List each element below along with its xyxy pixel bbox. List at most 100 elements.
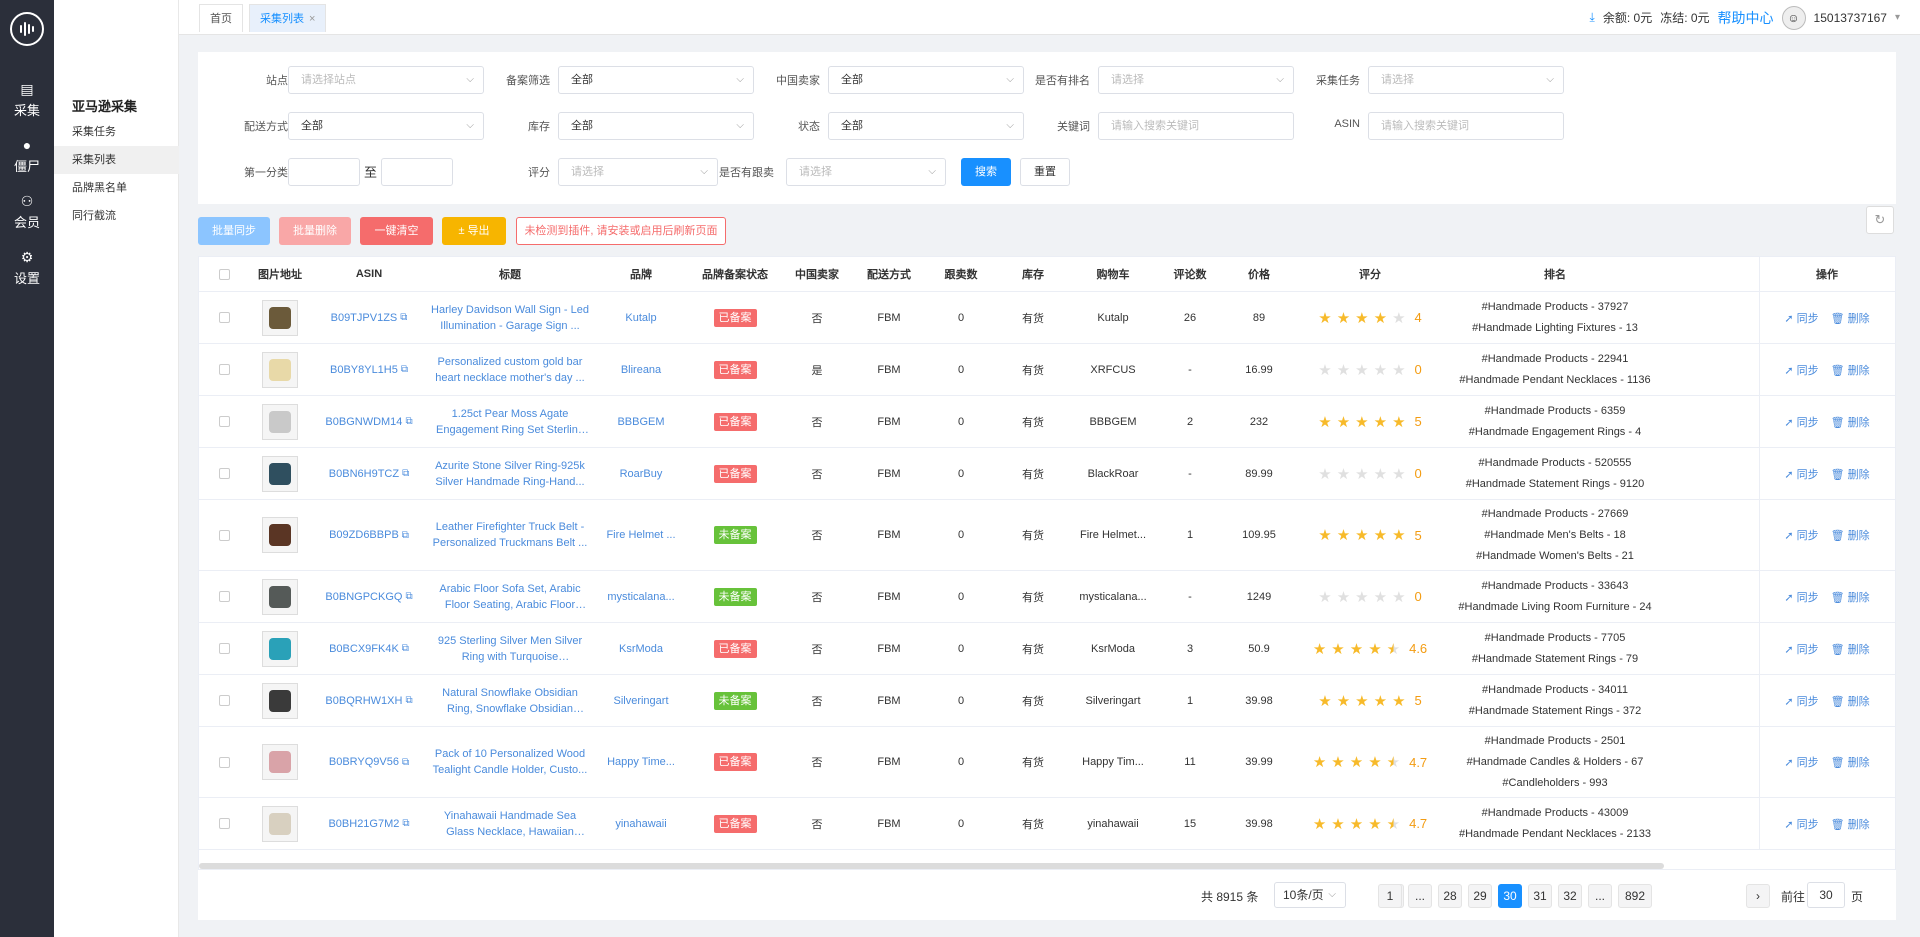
product-image[interactable] (262, 455, 298, 492)
keyword-input[interactable]: 请输入搜索关键词 (1098, 112, 1294, 140)
delete-action[interactable]: 🗑 删除 (1831, 589, 1870, 605)
page-ellipsis[interactable]: ... (1408, 884, 1432, 908)
page-button[interactable]: 28 (1438, 884, 1462, 908)
next-page-button[interactable]: › (1746, 884, 1770, 908)
category-from-input[interactable] (288, 158, 360, 186)
product-image[interactable] (262, 744, 298, 780)
brand-link[interactable]: yinahawaii (615, 818, 666, 830)
row-checkbox[interactable] (218, 529, 230, 541)
row-checkbox[interactable] (218, 468, 230, 479)
user-phone[interactable]: 15013737167 (1814, 11, 1887, 25)
title-link[interactable]: Arabic Floor Sofa Set, Arabic Floor Seat… (427, 581, 593, 613)
product-image[interactable] (262, 517, 298, 553)
brand-link[interactable]: Blireana (621, 364, 661, 376)
asin-link[interactable]: B0BY8YL1H5 (330, 364, 398, 376)
product-image[interactable] (262, 299, 298, 336)
title-link[interactable]: Leather Firefighter Truck Belt - Persona… (427, 519, 593, 551)
brand-link[interactable]: BBBGEM (617, 416, 664, 428)
sidebar-item-blacklist[interactable]: 品牌黑名单 (54, 174, 179, 202)
copy-icon[interactable]: ⧉ (405, 591, 412, 602)
copy-icon[interactable]: ⧉ (401, 364, 408, 375)
refresh-icon[interactable]: ↻ (1866, 206, 1894, 234)
sync-action[interactable]: ➚ 同步 (1784, 466, 1818, 482)
asin-link[interactable]: B09ZD6BBPB (329, 529, 399, 541)
page-ellipsis[interactable]: ... (1588, 884, 1612, 908)
copy-icon[interactable]: ⧉ (405, 416, 412, 427)
brand-link[interactable]: Kutalp (625, 312, 656, 324)
brand-link[interactable]: Silveringart (613, 695, 668, 707)
copy-icon[interactable]: ⧉ (402, 468, 409, 479)
asin-link[interactable]: B0BNGPCKGQ (325, 591, 402, 603)
sync-action[interactable]: ➚ 同步 (1784, 816, 1818, 832)
sync-action[interactable]: ➚ 同步 (1784, 693, 1818, 709)
rail-item-settings[interactable]: ⚙ 设置 (0, 240, 54, 296)
reset-button[interactable]: 重置 (1020, 158, 1070, 186)
product-image[interactable] (262, 403, 298, 440)
sync-action[interactable]: ➚ 同步 (1784, 310, 1818, 326)
brand-link[interactable]: Fire Helmet ... (606, 529, 675, 541)
record-select[interactable]: 全部 ⌵ (558, 66, 754, 94)
copy-icon[interactable]: ⧉ (402, 643, 409, 654)
copy-icon[interactable]: ⧉ (402, 757, 409, 768)
product-image[interactable] (262, 805, 298, 842)
asin-link[interactable]: B0BN6H9TCZ (329, 468, 399, 480)
delete-action[interactable]: 🗑 删除 (1831, 527, 1870, 543)
title-link[interactable]: 925 Sterling Silver Men Silver Ring with… (427, 633, 593, 665)
delete-action[interactable]: 🗑 删除 (1831, 754, 1870, 770)
delete-action[interactable]: 🗑 删除 (1831, 310, 1870, 326)
copy-icon[interactable]: ⧉ (402, 530, 409, 541)
asin-link[interactable]: B09TJPV1ZS (331, 312, 398, 324)
asin-link[interactable]: B0BCX9FK4K (329, 643, 399, 655)
product-image[interactable] (262, 682, 298, 719)
row-checkbox[interactable] (218, 695, 230, 706)
delete-action[interactable]: 🗑 删除 (1831, 641, 1870, 657)
goto-page-input[interactable]: 30 (1807, 882, 1845, 908)
app-logo[interactable] (10, 12, 44, 46)
tab-home[interactable]: 首页 (199, 4, 243, 32)
copy-icon[interactable]: ⧉ (405, 695, 412, 706)
horizontal-scrollbar[interactable] (199, 863, 1664, 869)
product-image[interactable] (262, 351, 298, 388)
brand-link[interactable]: KsrModa (619, 643, 663, 655)
page-button[interactable]: 30 (1498, 884, 1522, 908)
asin-link[interactable]: B0BRYQ9V56 (329, 756, 399, 768)
sync-action[interactable]: ➚ 同步 (1784, 527, 1818, 543)
sync-action[interactable]: ➚ 同步 (1784, 414, 1818, 430)
page-size-select[interactable]: 10条/页 ⌵ (1274, 882, 1346, 908)
follow-select[interactable]: 请选择 ⌵ (786, 158, 946, 186)
delete-action[interactable]: 🗑 删除 (1831, 816, 1870, 832)
asin-link[interactable]: B0BQRHW1XH (325, 695, 402, 707)
page-button[interactable]: 29 (1468, 884, 1492, 908)
rail-item-collect[interactable]: ▤ 采集 (0, 72, 54, 128)
asin-input[interactable]: 请输入搜索关键词 (1368, 112, 1564, 140)
title-link[interactable]: 1.25ct Pear Moss Agate Engagement Ring S… (427, 406, 593, 438)
help-center-link[interactable]: 帮助中心 (1718, 8, 1774, 28)
row-checkbox[interactable] (218, 643, 230, 654)
sync-action[interactable]: ➚ 同步 (1784, 641, 1818, 657)
tab-collect-list[interactable]: 采集列表 × (249, 4, 327, 32)
sync-action[interactable]: ➚ 同步 (1784, 754, 1818, 770)
page-button[interactable]: 892 (1618, 884, 1652, 908)
title-link[interactable]: Azurite Stone Silver Ring-925k Silver Ha… (427, 458, 593, 490)
brand-link[interactable]: RoarBuy (620, 468, 663, 480)
chevron-down-icon[interactable]: ▾ (1895, 12, 1900, 23)
rail-item-member[interactable]: ⚇ 会员 (0, 184, 54, 240)
brand-link[interactable]: mysticalana... (607, 591, 674, 603)
sync-action[interactable]: ➚ 同步 (1784, 362, 1818, 378)
delete-action[interactable]: 🗑 删除 (1831, 414, 1870, 430)
sync-action[interactable]: ➚ 同步 (1784, 589, 1818, 605)
select-all-checkbox[interactable] (218, 268, 230, 280)
delete-action[interactable]: 🗑 删除 (1831, 466, 1870, 482)
asin-link[interactable]: B0BH21G7M2 (328, 818, 399, 830)
ship-select[interactable]: 全部 ⌵ (288, 112, 484, 140)
clear-all-button[interactable]: 一键清空 (360, 217, 433, 245)
row-checkbox[interactable] (218, 364, 230, 375)
title-link[interactable]: Natural Snowflake Obsidian Ring, Snowfla… (427, 685, 593, 717)
title-link[interactable]: Personalized custom gold bar heart neckl… (427, 354, 593, 386)
delete-action[interactable]: 🗑 删除 (1831, 693, 1870, 709)
close-icon[interactable]: × (309, 13, 315, 25)
category-to-input[interactable] (381, 158, 453, 186)
row-checkbox[interactable] (218, 818, 230, 829)
rail-item-zombie[interactable]: ● 僵尸 (0, 128, 54, 184)
copy-icon[interactable]: ⧉ (402, 818, 409, 829)
